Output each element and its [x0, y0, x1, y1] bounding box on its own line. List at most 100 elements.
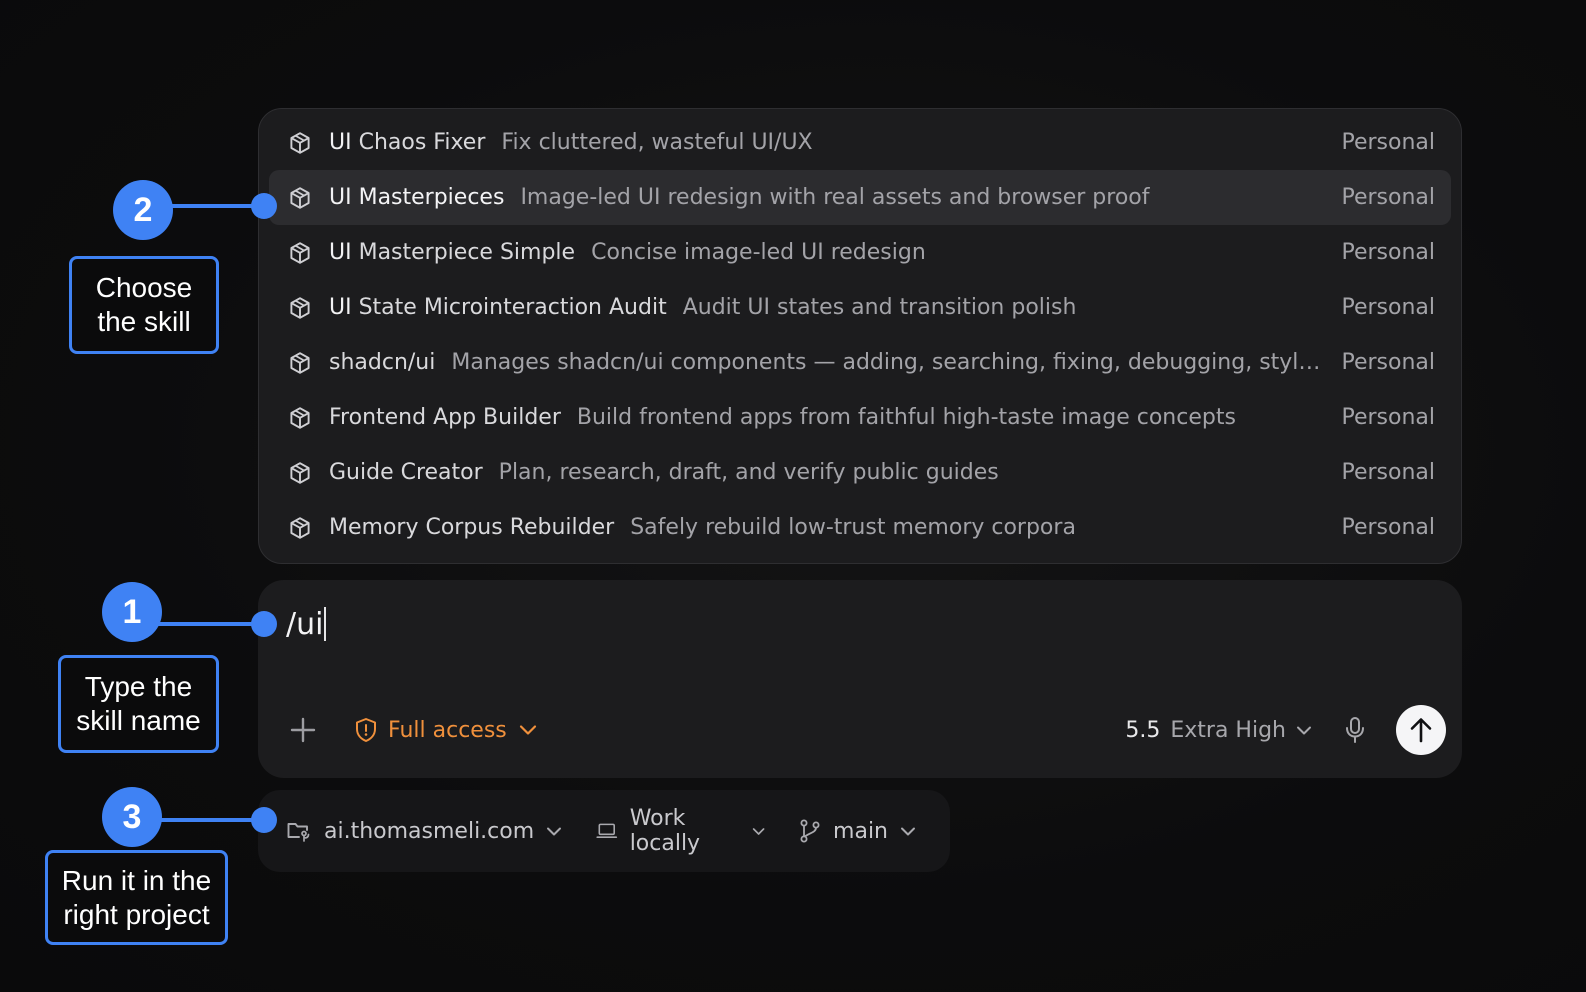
step-2-text-line1: Choose [95, 272, 193, 303]
skill-suggestion-panel: UI Chaos Fixer Fix cluttered, wasteful UI… [258, 108, 1462, 564]
arrow-up-icon [1410, 718, 1432, 743]
step-2-text-line2: the skill [97, 306, 191, 337]
skill-option[interactable]: UI Chaos Fixer Fix cluttered, wasteful UI… [269, 115, 1451, 170]
step-3-text-line2: right project [63, 898, 210, 930]
skill-option-name-rest: State Microinteraction Audit [351, 295, 667, 320]
step-1-pointer-dot [251, 611, 277, 637]
step-3-pointer-dot [251, 807, 277, 833]
prompt-input-value: /ui [286, 606, 324, 642]
composer-toolbar: Full access 5.5 Extra High [258, 704, 1462, 756]
skill-option-scope: Personal [1341, 405, 1435, 430]
skill-option[interactable]: Memory Corpus Rebuilder Safely rebuild lo… [269, 500, 1451, 555]
prompt-input[interactable]: /ui [286, 602, 327, 646]
skill-option-name: UI State Microinteraction Audit [329, 295, 667, 320]
model-effort-level: Extra High [1170, 717, 1286, 743]
plus-icon [290, 717, 316, 743]
skill-cube-icon [287, 460, 313, 486]
skill-option-scope: Personal [1341, 295, 1435, 320]
skill-option-scope: Personal [1341, 240, 1435, 265]
branch-name: main [833, 818, 888, 844]
skill-option-match-prefix: UI [329, 295, 352, 320]
step-2-connector [170, 204, 262, 208]
step-1-text-line2: skill name [76, 705, 201, 736]
skill-cube-icon [287, 185, 313, 211]
skill-cube-icon [287, 240, 313, 266]
skill-option-description: Image-led UI redesign with real assets a… [520, 185, 1150, 210]
skill-option-scope: Personal [1341, 185, 1435, 210]
step-1-connector [158, 622, 262, 626]
step-3-callout: Run it in the right project [45, 850, 228, 945]
skill-option[interactable]: UI State Microinteraction Audit Audit UI … [269, 280, 1451, 335]
microphone-button[interactable] [1340, 710, 1370, 750]
skill-option-name-rest: Guide Creator [329, 460, 483, 485]
chevron-down-icon [1297, 726, 1311, 734]
branch-selector[interactable]: main [799, 811, 916, 851]
skill-option[interactable]: UI Masterpieces Image-led UI redesign wit… [269, 170, 1451, 225]
chevron-down-icon [547, 827, 562, 835]
skill-option-match-prefix: UI [329, 130, 352, 155]
step-2-badge: 2 [113, 180, 173, 240]
skill-option-name: UI Masterpiece Simple [329, 240, 575, 265]
skill-option-description: Safely rebuild low-trust memory corpora [630, 515, 1076, 540]
skill-option-name: Memory Corpus Rebuilder [329, 515, 614, 540]
skill-option-scope: Personal [1341, 515, 1435, 540]
model-selector-button[interactable]: 5.5 Extra High [1125, 710, 1312, 750]
access-mode-button[interactable]: Full access [354, 710, 537, 750]
skill-option-description: Plan, research, draft, and verify public… [498, 460, 999, 485]
skill-option-name: UI Masterpieces [329, 185, 504, 210]
project-bar: ai.thomasmeli.com Work locally main [258, 790, 950, 872]
send-button[interactable] [1396, 705, 1446, 755]
skill-cube-icon [287, 130, 313, 156]
repository-name: ai.thomasmeli.com [324, 818, 535, 844]
environment-label: Work locally [629, 806, 701, 856]
skill-option-name: Guide Creator [329, 460, 483, 485]
skill-option[interactable]: Frontend App Builder Build frontend apps … [269, 390, 1451, 445]
skill-option-description: Manages shadcn/ui components — adding, s… [451, 350, 1323, 375]
skill-cube-icon [287, 515, 313, 541]
step-3-text-line1: Run it in the [61, 864, 212, 896]
composer: /ui Full access 5.5 Extra High [258, 580, 1462, 778]
skill-option[interactable]: Guide Creator Plan, research, draft, and … [269, 445, 1451, 500]
laptop-icon [596, 823, 618, 839]
chevron-down-icon [519, 725, 536, 735]
skill-cube-icon [287, 405, 313, 431]
step-1-text-line1: Type the [84, 671, 193, 702]
skill-option-name-rest: Masterpiece Simple [351, 240, 576, 265]
skill-cube-icon [287, 350, 313, 376]
skill-option-name-rest: shadcn/ui [329, 350, 436, 375]
skill-option-match-prefix: UI [329, 185, 352, 210]
skill-option-scope: Personal [1341, 350, 1435, 375]
step-2-callout: Choose the skill [69, 256, 219, 354]
skill-option-description: Build frontend apps from faithful high-t… [576, 405, 1236, 430]
step-1-badge: 1 [102, 582, 162, 642]
skill-option[interactable]: shadcn/ui Manages shadcn/ui components — … [269, 335, 1451, 390]
model-version: 5.5 [1125, 717, 1161, 743]
environment-selector[interactable]: Work locally [596, 806, 765, 856]
skill-option-match-prefix: UI [329, 240, 352, 265]
skill-option-description: Fix cluttered, wasteful UI/UX [501, 130, 813, 155]
skill-cube-icon [287, 295, 313, 321]
add-attachment-button[interactable] [286, 713, 320, 747]
skill-option[interactable]: UI Masterpiece Simple Concise image-led U… [269, 225, 1451, 280]
step-2-pointer-dot [251, 193, 277, 219]
git-branch-icon [800, 819, 820, 843]
skill-option-name-rest: Chaos Fixer [351, 130, 486, 155]
step-1-callout: Type the skill name [58, 655, 219, 753]
skill-option-name: UI Chaos Fixer [329, 130, 485, 155]
access-mode-label: Full access [388, 717, 507, 743]
step-3-connector [158, 818, 262, 822]
shield-icon [356, 718, 376, 742]
repository-selector[interactable]: ai.thomasmeli.com [286, 811, 562, 851]
skill-option-name-rest: Frontend App Builder [329, 405, 561, 430]
chevron-down-icon [901, 827, 915, 835]
text-caret [324, 607, 327, 641]
skill-option-name-rest: Memory Corpus Rebuilder [329, 515, 615, 540]
folder-branch-icon [287, 823, 310, 842]
skill-option-name-rest: Masterpieces [351, 185, 505, 210]
skill-option-name: shadcn/ui [329, 350, 435, 375]
skill-option-name: Frontend App Builder [329, 405, 561, 430]
chevron-down-icon [752, 827, 765, 835]
microphone-icon [1346, 717, 1364, 743]
skill-option-description: Audit UI states and transition polish [682, 295, 1077, 320]
skill-option-description: Concise image-led UI redesign [591, 240, 926, 265]
